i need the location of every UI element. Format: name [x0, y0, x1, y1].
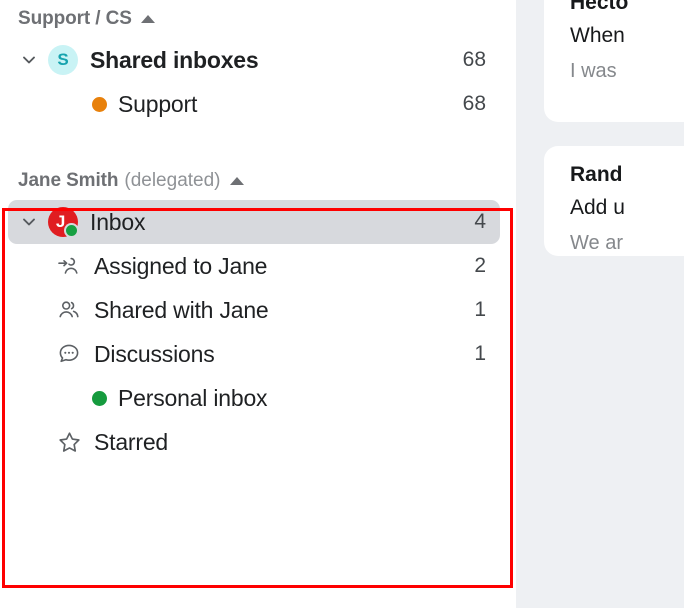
unread-count: 68: [462, 48, 486, 71]
avatar: J.: [48, 207, 79, 238]
sidebar-item-personal-inbox[interactable]: Personal inbox: [8, 376, 500, 420]
assigned-person-icon: [56, 253, 82, 279]
sidebar-item-discussions[interactable]: Discussions 1: [8, 332, 500, 376]
unread-count: 1: [474, 342, 486, 365]
group-subtitle: (delegated): [124, 170, 221, 191]
conversation-sender: Rand: [570, 163, 623, 186]
conversation-card[interactable]: Hecto When I was: [544, 0, 684, 122]
sidebar: Support / CS S Shared inboxes 68 Support…: [0, 0, 516, 608]
sidebar-item-label: Support: [118, 90, 198, 117]
group-title: Support / CS: [18, 8, 132, 29]
unread-count: 1: [474, 298, 486, 321]
status-dot-icon: [92, 390, 107, 406]
unread-count: 4: [474, 210, 486, 233]
presence-dot-icon: [64, 223, 79, 238]
conversation-card[interactable]: Rand Add u We ar: [544, 146, 684, 256]
conversation-subject: Add u: [570, 196, 625, 219]
sidebar-item-label: Discussions: [94, 340, 215, 367]
people-icon: [56, 297, 82, 323]
sidebar-item-shared-with-jane[interactable]: Shared with Jane 1: [8, 288, 500, 332]
caret-up-icon[interactable]: [140, 15, 155, 23]
sidebar-group-header-jane-smith[interactable]: Jane Smith (delegated): [0, 162, 516, 200]
chevron-down-icon[interactable]: [18, 49, 40, 71]
sidebar-item-label: Starred: [94, 428, 169, 455]
sidebar-item-label: Shared inboxes: [90, 46, 259, 73]
sidebar-item-label: Personal inbox: [118, 384, 268, 411]
sidebar-item-label: Shared with Jane: [94, 296, 269, 323]
sidebar-item-assigned-to-jane[interactable]: Assigned to Jane 2: [8, 244, 500, 288]
avatar-initial: S: [57, 50, 69, 69]
chevron-down-icon[interactable]: [18, 211, 40, 233]
unread-count: 2: [474, 254, 486, 277]
sidebar-item-inbox[interactable]: J. Inbox 4: [8, 200, 500, 244]
star-icon: [56, 429, 82, 455]
unread-count: 68: [462, 92, 486, 115]
status-dot-icon: [92, 96, 107, 112]
sidebar-group-header-support-cs[interactable]: Support / CS: [0, 0, 516, 38]
group-title: Jane Smith: [18, 170, 119, 191]
sidebar-item-starred[interactable]: Starred: [8, 420, 500, 464]
caret-up-icon[interactable]: [229, 177, 244, 185]
avatar: S: [48, 45, 78, 75]
conversation-list-panel: Hecto When I was Rand Add u We ar: [516, 0, 684, 608]
conversation-subject: When: [570, 24, 625, 47]
sidebar-item-support[interactable]: Support 68: [8, 82, 500, 126]
chat-bubble-icon: [56, 341, 82, 367]
sidebar-item-label: Assigned to Jane: [94, 252, 268, 279]
app-root: Support / CS S Shared inboxes 68 Support…: [0, 0, 684, 608]
sidebar-item-shared-inboxes[interactable]: S Shared inboxes 68: [8, 38, 500, 82]
conversation-preview: I was: [570, 60, 617, 82]
conversation-sender: Hecto: [570, 0, 629, 14]
conversation-preview: We ar: [570, 232, 623, 254]
sidebar-item-label: Inbox: [90, 208, 146, 235]
